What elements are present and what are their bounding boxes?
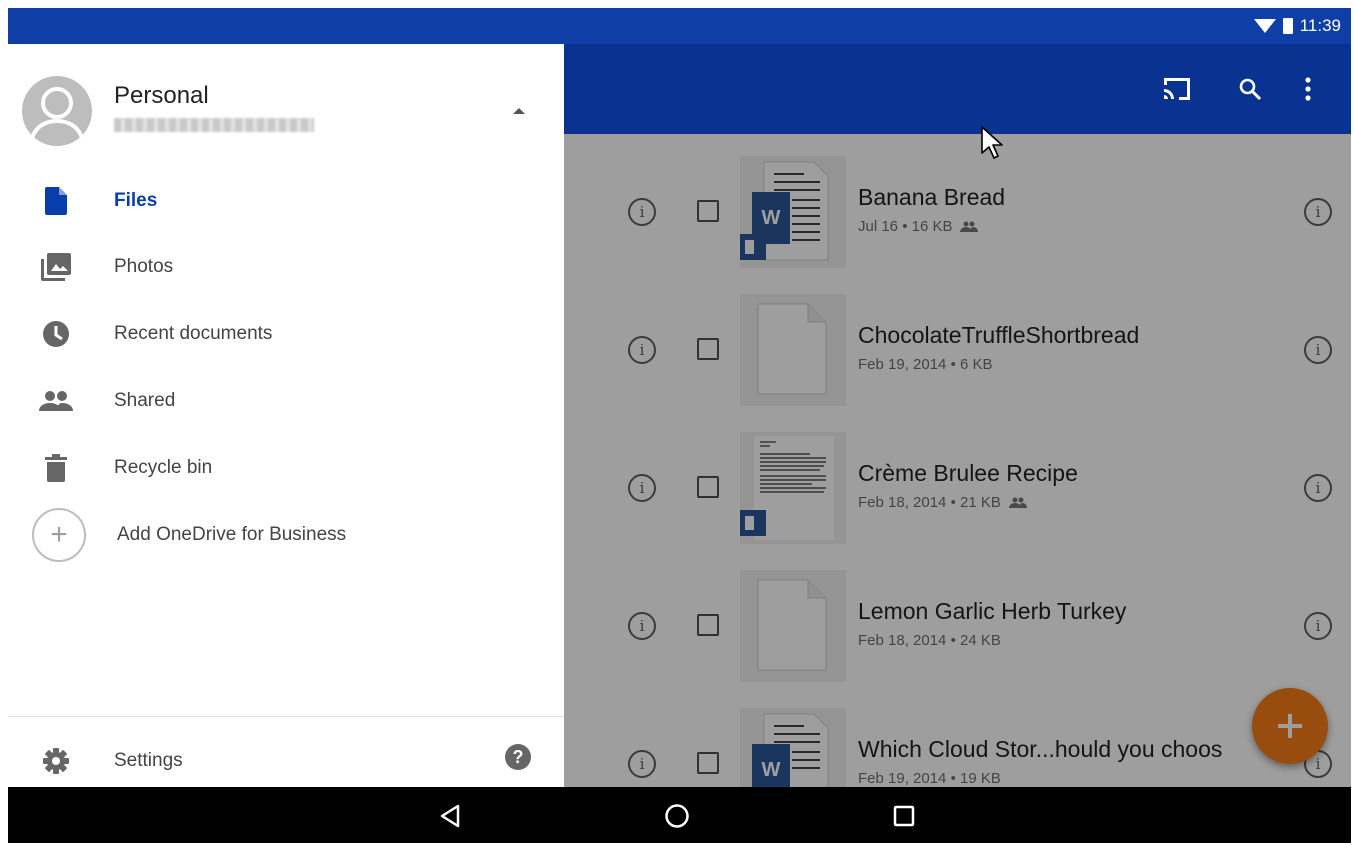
divider bbox=[8, 716, 564, 717]
help-icon[interactable]: ? bbox=[505, 744, 531, 770]
nav-label: Settings bbox=[114, 750, 183, 771]
mouse-cursor-icon bbox=[981, 126, 1003, 159]
clock-icon bbox=[39, 317, 73, 351]
nav-item-recycle-bin[interactable]: Recycle bin bbox=[8, 435, 564, 501]
trash-icon bbox=[39, 451, 73, 485]
nav-item-recent[interactable]: Recent documents bbox=[8, 301, 564, 367]
gear-icon bbox=[39, 744, 73, 778]
nav-item-photos[interactable]: Photos bbox=[8, 234, 564, 300]
nav-label: Add OneDrive for Business bbox=[117, 524, 347, 545]
file-icon bbox=[39, 184, 73, 218]
recents-icon[interactable] bbox=[889, 801, 919, 831]
more-vert-icon[interactable] bbox=[1291, 72, 1325, 106]
add-icon: + bbox=[32, 508, 86, 562]
people-icon bbox=[39, 384, 73, 418]
status-bar: 11:39 bbox=[8, 8, 1351, 44]
system-nav-bar bbox=[8, 787, 1351, 843]
navigation-drawer: Personal Files Photos Recent documents S… bbox=[8, 44, 564, 787]
nav-item-settings[interactable]: Settings bbox=[8, 728, 564, 794]
photos-icon bbox=[39, 250, 73, 284]
drawer-scrim[interactable] bbox=[564, 134, 1351, 787]
home-icon[interactable] bbox=[662, 801, 692, 831]
nav-item-shared[interactable]: Shared bbox=[8, 368, 564, 434]
screen: 11:39 i W Banana Bread Jul 16 • 16 KB i … bbox=[8, 8, 1351, 843]
nav-item-files[interactable]: Files bbox=[8, 168, 564, 234]
person-icon bbox=[30, 87, 84, 139]
nav-label: Photos bbox=[114, 256, 174, 277]
add-onedrive-business-button[interactable]: + Add OneDrive for Business bbox=[8, 502, 564, 568]
account-email-redacted bbox=[114, 118, 314, 132]
account-name[interactable]: Personal bbox=[114, 82, 209, 110]
wifi-icon bbox=[1253, 19, 1276, 33]
nav-label: Recycle bin bbox=[114, 457, 213, 478]
nav-label: Recent documents bbox=[114, 323, 273, 344]
status-time: 11:39 bbox=[1299, 16, 1341, 35]
battery-icon bbox=[1282, 18, 1293, 34]
app-bar bbox=[564, 44, 1351, 134]
avatar[interactable] bbox=[22, 76, 92, 146]
nav-label: Files bbox=[114, 190, 158, 211]
account-expand-icon[interactable] bbox=[513, 108, 525, 114]
nav-label: Shared bbox=[114, 390, 176, 411]
search-icon[interactable] bbox=[1233, 72, 1267, 106]
cast-icon[interactable] bbox=[1160, 72, 1194, 106]
back-icon[interactable] bbox=[435, 801, 465, 831]
